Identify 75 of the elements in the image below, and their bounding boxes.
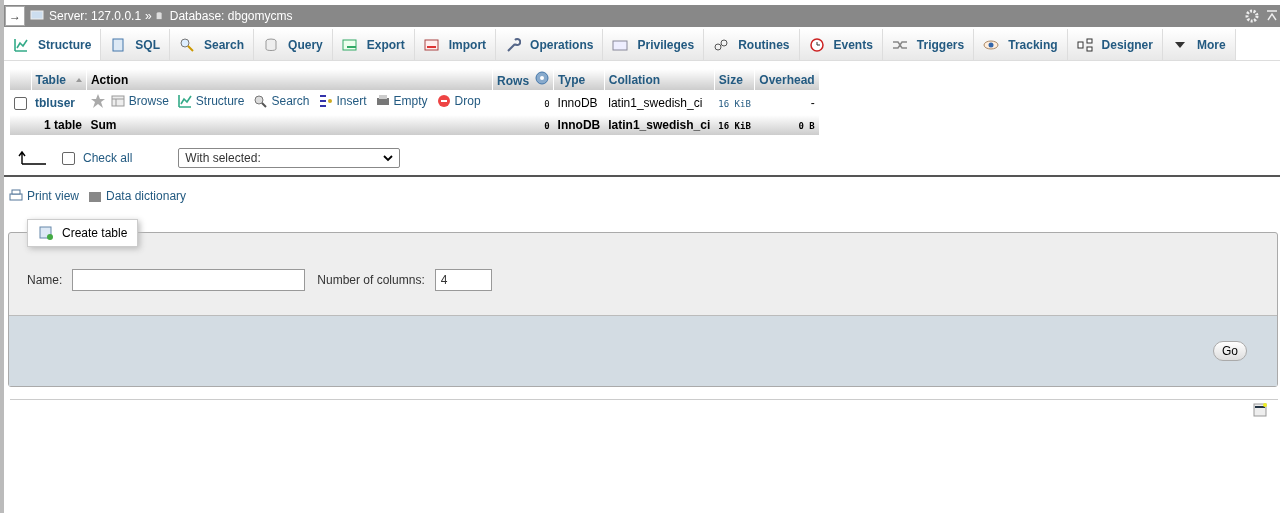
star-icon	[90, 93, 107, 109]
settings-icon	[1244, 8, 1260, 24]
search-icon	[179, 36, 195, 53]
columns-label: Number of columns:	[317, 273, 425, 287]
check-all-checkbox[interactable]	[62, 151, 75, 165]
document-icon	[110, 36, 127, 53]
print-view-link[interactable]: Print view	[8, 188, 79, 204]
export-icon	[341, 36, 358, 53]
go-button[interactable]: Go	[1213, 341, 1247, 361]
table-cell: 0	[492, 115, 554, 135]
tab[interactable]: More	[1162, 29, 1236, 60]
chart-icon	[13, 36, 29, 53]
tab[interactable]: Export	[332, 29, 415, 60]
with-selected-dropdown[interactable]: With selected:	[178, 148, 401, 168]
tab[interactable]: Routines	[704, 29, 800, 60]
column-header[interactable]: Rows	[492, 69, 554, 90]
tab[interactable]: SQL	[101, 29, 170, 60]
sort-ascending-icon	[75, 78, 82, 83]
tab[interactable]: Events	[799, 29, 883, 60]
row-checkbox[interactable]	[14, 96, 27, 110]
table-name-link[interactable]: tbluser	[35, 95, 75, 110]
clock-icon	[808, 36, 825, 53]
table-add-icon	[38, 225, 54, 241]
check-all-label[interactable]: Check all	[83, 151, 133, 165]
diagram-icon	[1076, 36, 1093, 53]
column-header: Action	[86, 69, 493, 90]
table-cell: 0	[544, 98, 550, 109]
console-icon	[1252, 402, 1268, 418]
table-cell: InnoDB	[557, 95, 598, 110]
action-link[interactable]: Drop	[435, 93, 481, 109]
database-link[interactable]: Database: dbgomycms	[169, 9, 293, 23]
tab[interactable]: Search	[170, 29, 255, 60]
tab[interactable]: Import	[414, 29, 497, 60]
search-icon	[252, 93, 269, 109]
legend-text: Create table	[62, 226, 128, 240]
column-header[interactable]: Table	[31, 69, 87, 90]
import-icon	[423, 36, 440, 53]
table-cell: latin1_swedish_ci	[604, 115, 715, 135]
tab[interactable]: Triggers	[882, 29, 975, 60]
action-link[interactable]: Search	[252, 93, 310, 109]
action-link[interactable]: Structure	[176, 93, 245, 109]
action-link[interactable]: Empty	[374, 93, 428, 109]
size-link[interactable]: 16 KiB	[718, 98, 751, 109]
column-header[interactable]: Collation	[604, 69, 715, 90]
breadcrumb-separator: »	[145, 9, 152, 23]
tab[interactable]: Designer	[1067, 29, 1163, 60]
table-cell: latin1_swedish_ci	[608, 95, 703, 110]
chart-icon	[176, 93, 193, 109]
column-header[interactable]: Type	[553, 69, 605, 90]
column-header[interactable]: Overhead	[754, 69, 819, 90]
printer-icon	[8, 188, 24, 204]
server-link[interactable]: Server: 127.0.0.1	[49, 9, 142, 23]
tab[interactable]: Privileges	[603, 29, 705, 60]
table-cell: 0 B	[754, 115, 819, 135]
column-header[interactable]: Size	[714, 69, 755, 90]
tab[interactable]: Query	[254, 29, 333, 60]
table-cell: 1 table	[10, 115, 87, 135]
table-cell: -	[810, 95, 815, 110]
chevron-down-icon	[383, 154, 394, 162]
action-link[interactable]: Browse	[109, 93, 169, 109]
action-link[interactable]: Insert	[317, 93, 367, 109]
insert-icon	[317, 93, 334, 109]
table-cell: Sum	[86, 115, 493, 135]
wrench-icon	[505, 36, 522, 53]
name-label: Name:	[27, 273, 63, 287]
tab[interactable]: Tracking	[974, 29, 1068, 60]
table-cell: 16 KiB	[714, 115, 755, 135]
data-dictionary-link[interactable]: Data dictionary	[87, 188, 187, 204]
delete-icon	[435, 93, 452, 109]
navigation-toggle[interactable]: →	[5, 6, 25, 26]
tab[interactable]: Operations	[496, 29, 604, 60]
columns-field[interactable]: 4	[434, 269, 492, 291]
table-cell: InnoDB	[553, 115, 605, 135]
name-field[interactable]	[72, 269, 306, 291]
arrow-up-icon	[18, 150, 46, 166]
